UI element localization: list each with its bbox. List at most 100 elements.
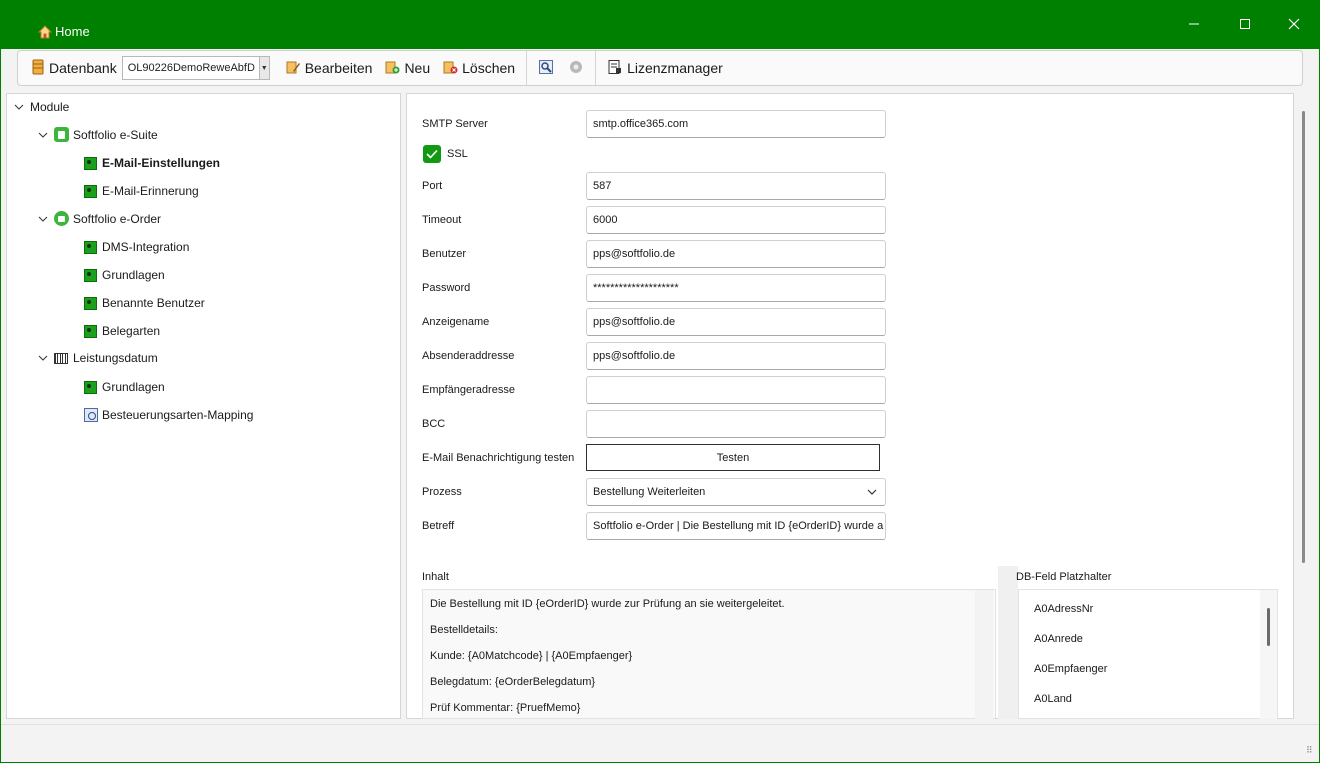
prozess-value: Bestellung Weiterleiten (593, 486, 706, 498)
panel-scrollbar[interactable] (1296, 93, 1310, 719)
tree-item-grundlagen[interactable]: Grundlagen (84, 268, 165, 282)
status-bar (1, 724, 1319, 762)
chevron-down-icon[interactable] (867, 486, 877, 498)
list-item[interactable]: A0Empfaenger (1034, 663, 1107, 675)
bcc-field[interactable] (586, 410, 886, 438)
chevron-down-icon[interactable] (38, 132, 48, 138)
timeout-label: Timeout (422, 214, 462, 226)
datenbank-value: OL90226DemoReweAbfD (127, 62, 255, 74)
esuite-icon (54, 127, 69, 142)
chevron-down-icon[interactable] (38, 355, 48, 361)
chevron-down-icon[interactable]: ▼ (258, 57, 269, 79)
new-icon (384, 59, 400, 78)
inhalt-line: Belegdatum: {eOrderBelegdatum} (430, 676, 596, 688)
barcode-icon (54, 352, 68, 364)
eorder-icon (54, 211, 69, 226)
anzeigename-label: Anzeigename (422, 316, 490, 328)
close-button[interactable] (1280, 12, 1308, 38)
tree-item-dms-integration[interactable]: DMS-Integration (84, 240, 189, 254)
port-label: Port (422, 180, 443, 192)
module-icon (84, 240, 97, 254)
inhalt-textarea[interactable]: Die Bestellung mit ID {eOrderID} wurde z… (422, 589, 996, 719)
smtp-server-field[interactable]: smtp.office365.com (586, 110, 886, 138)
betreff-label: Betreff (422, 520, 455, 532)
settings-tool-button[interactable] (535, 54, 557, 82)
mapping-icon (84, 408, 98, 422)
list-item[interactable]: A0Land (1034, 693, 1072, 705)
smtp-server-label: SMTP Server (422, 118, 488, 130)
tree-group-esuite[interactable]: Softfolio e-Suite (38, 127, 158, 142)
loeschen-button[interactable]: Löschen (439, 54, 518, 82)
module-icon (84, 268, 97, 282)
datenbank-label: Datenbank (28, 54, 120, 82)
home-icon (38, 24, 52, 39)
absenderadresse-label: Absenderaddresse (422, 350, 515, 362)
scrollbar-thumb[interactable] (1267, 608, 1270, 646)
inhalt-line: Die Bestellung mit ID {eOrderID} wurde z… (430, 598, 785, 610)
neu-button[interactable]: Neu (381, 54, 433, 82)
edit-icon (285, 59, 301, 78)
minimize-button[interactable] (1180, 12, 1208, 38)
inhalt-scrollbar[interactable] (975, 590, 993, 719)
maximize-button[interactable] (1231, 12, 1259, 38)
list-item[interactable]: A0AdressNr (1034, 603, 1093, 615)
benutzer-label: Benutzer (422, 248, 467, 260)
module-icon (84, 380, 97, 394)
tree-item-benannte-benutzer[interactable]: Benannte Benutzer (84, 296, 205, 310)
maximize-icon (1239, 18, 1251, 33)
chevron-down-icon[interactable] (38, 216, 48, 222)
resize-grip-icon[interactable]: ⠿ (1306, 745, 1313, 756)
platzhalter-list[interactable]: A0AdressNr A0Anrede A0Empfaenger A0Land (1018, 589, 1278, 719)
delete-icon (442, 59, 458, 78)
empfaengeradresse-field[interactable] (586, 376, 886, 404)
toolbar-separator (526, 51, 528, 85)
password-label: Password (422, 282, 471, 294)
tree-item-leistung-grundlagen[interactable]: Grundlagen (84, 380, 165, 394)
module-icon (84, 184, 97, 198)
password-field[interactable]: ******************** (586, 274, 886, 302)
timeout-field[interactable]: 6000 (586, 206, 886, 234)
tree-group-eorder[interactable]: Softfolio e-Order (38, 211, 161, 226)
wrench-icon (538, 59, 554, 78)
ssl-checkbox[interactable]: SSL (423, 145, 468, 163)
prozess-label: Prozess (422, 486, 462, 498)
inhalt-line: Kunde: {A0Matchcode} | {A0Empfaenger} (430, 650, 633, 662)
inhalt-line: Bestelldetails: (430, 624, 498, 636)
ssl-label: SSL (447, 148, 468, 160)
empfaengeradresse-label: Empfängeradresse (422, 384, 515, 396)
anzeigename-field[interactable]: pps@softfolio.de (586, 308, 886, 336)
inhalt-label: Inhalt (422, 571, 449, 583)
disabled-tool-button[interactable] (565, 54, 587, 82)
platzhalter-scrollbar[interactable] (1260, 590, 1277, 719)
toolbar-separator (595, 51, 597, 85)
checkmark-icon[interactable] (423, 145, 441, 163)
tree-item-belegarten[interactable]: Belegarten (84, 324, 160, 338)
minimize-icon (1188, 18, 1200, 33)
benutzer-field[interactable]: pps@softfolio.de (586, 240, 886, 268)
license-icon (607, 59, 623, 78)
tree-item-email-einstellungen[interactable]: E-Mail-Einstellungen (84, 156, 220, 170)
bearbeiten-button[interactable]: Bearbeiten (282, 54, 376, 82)
database-icon (31, 59, 45, 78)
absenderadresse-field[interactable]: pps@softfolio.de (586, 342, 886, 370)
gear-icon (568, 59, 584, 78)
betreff-field[interactable]: Softfolio e-Order | Die Bestellung mit I… (586, 512, 886, 540)
datenbank-select[interactable]: OL90226DemoReweAbfD ▼ (121, 56, 270, 80)
module-icon (84, 324, 97, 338)
prozess-select[interactable]: Bestellung Weiterleiten (586, 478, 886, 506)
tree-item-besteuerungsarten-mapping[interactable]: Besteuerungsarten-Mapping (84, 408, 253, 422)
tree-item-email-erinnerung[interactable]: E-Mail-Erinnerung (84, 184, 199, 198)
close-icon (1288, 18, 1300, 33)
splitter[interactable] (998, 566, 1018, 719)
chevron-down-icon[interactable] (14, 104, 24, 110)
scrollbar-thumb[interactable] (1302, 111, 1305, 563)
list-item[interactable]: A0Anrede (1034, 633, 1083, 645)
tree-group-leistungsdatum[interactable]: Leistungsdatum (38, 351, 158, 365)
toolbar: Datenbank OL90226DemoReweAbfD ▼ Bearbeit… (17, 50, 1303, 86)
bcc-label: BCC (422, 418, 446, 430)
test-label: E-Mail Benachrichtigung testen (422, 452, 575, 464)
testen-button[interactable]: Testen (586, 444, 880, 471)
lizenzmanager-button[interactable]: Lizenzmanager (604, 54, 726, 82)
tree-root-module[interactable]: Module (14, 100, 69, 114)
port-field[interactable]: 587 (586, 172, 886, 200)
